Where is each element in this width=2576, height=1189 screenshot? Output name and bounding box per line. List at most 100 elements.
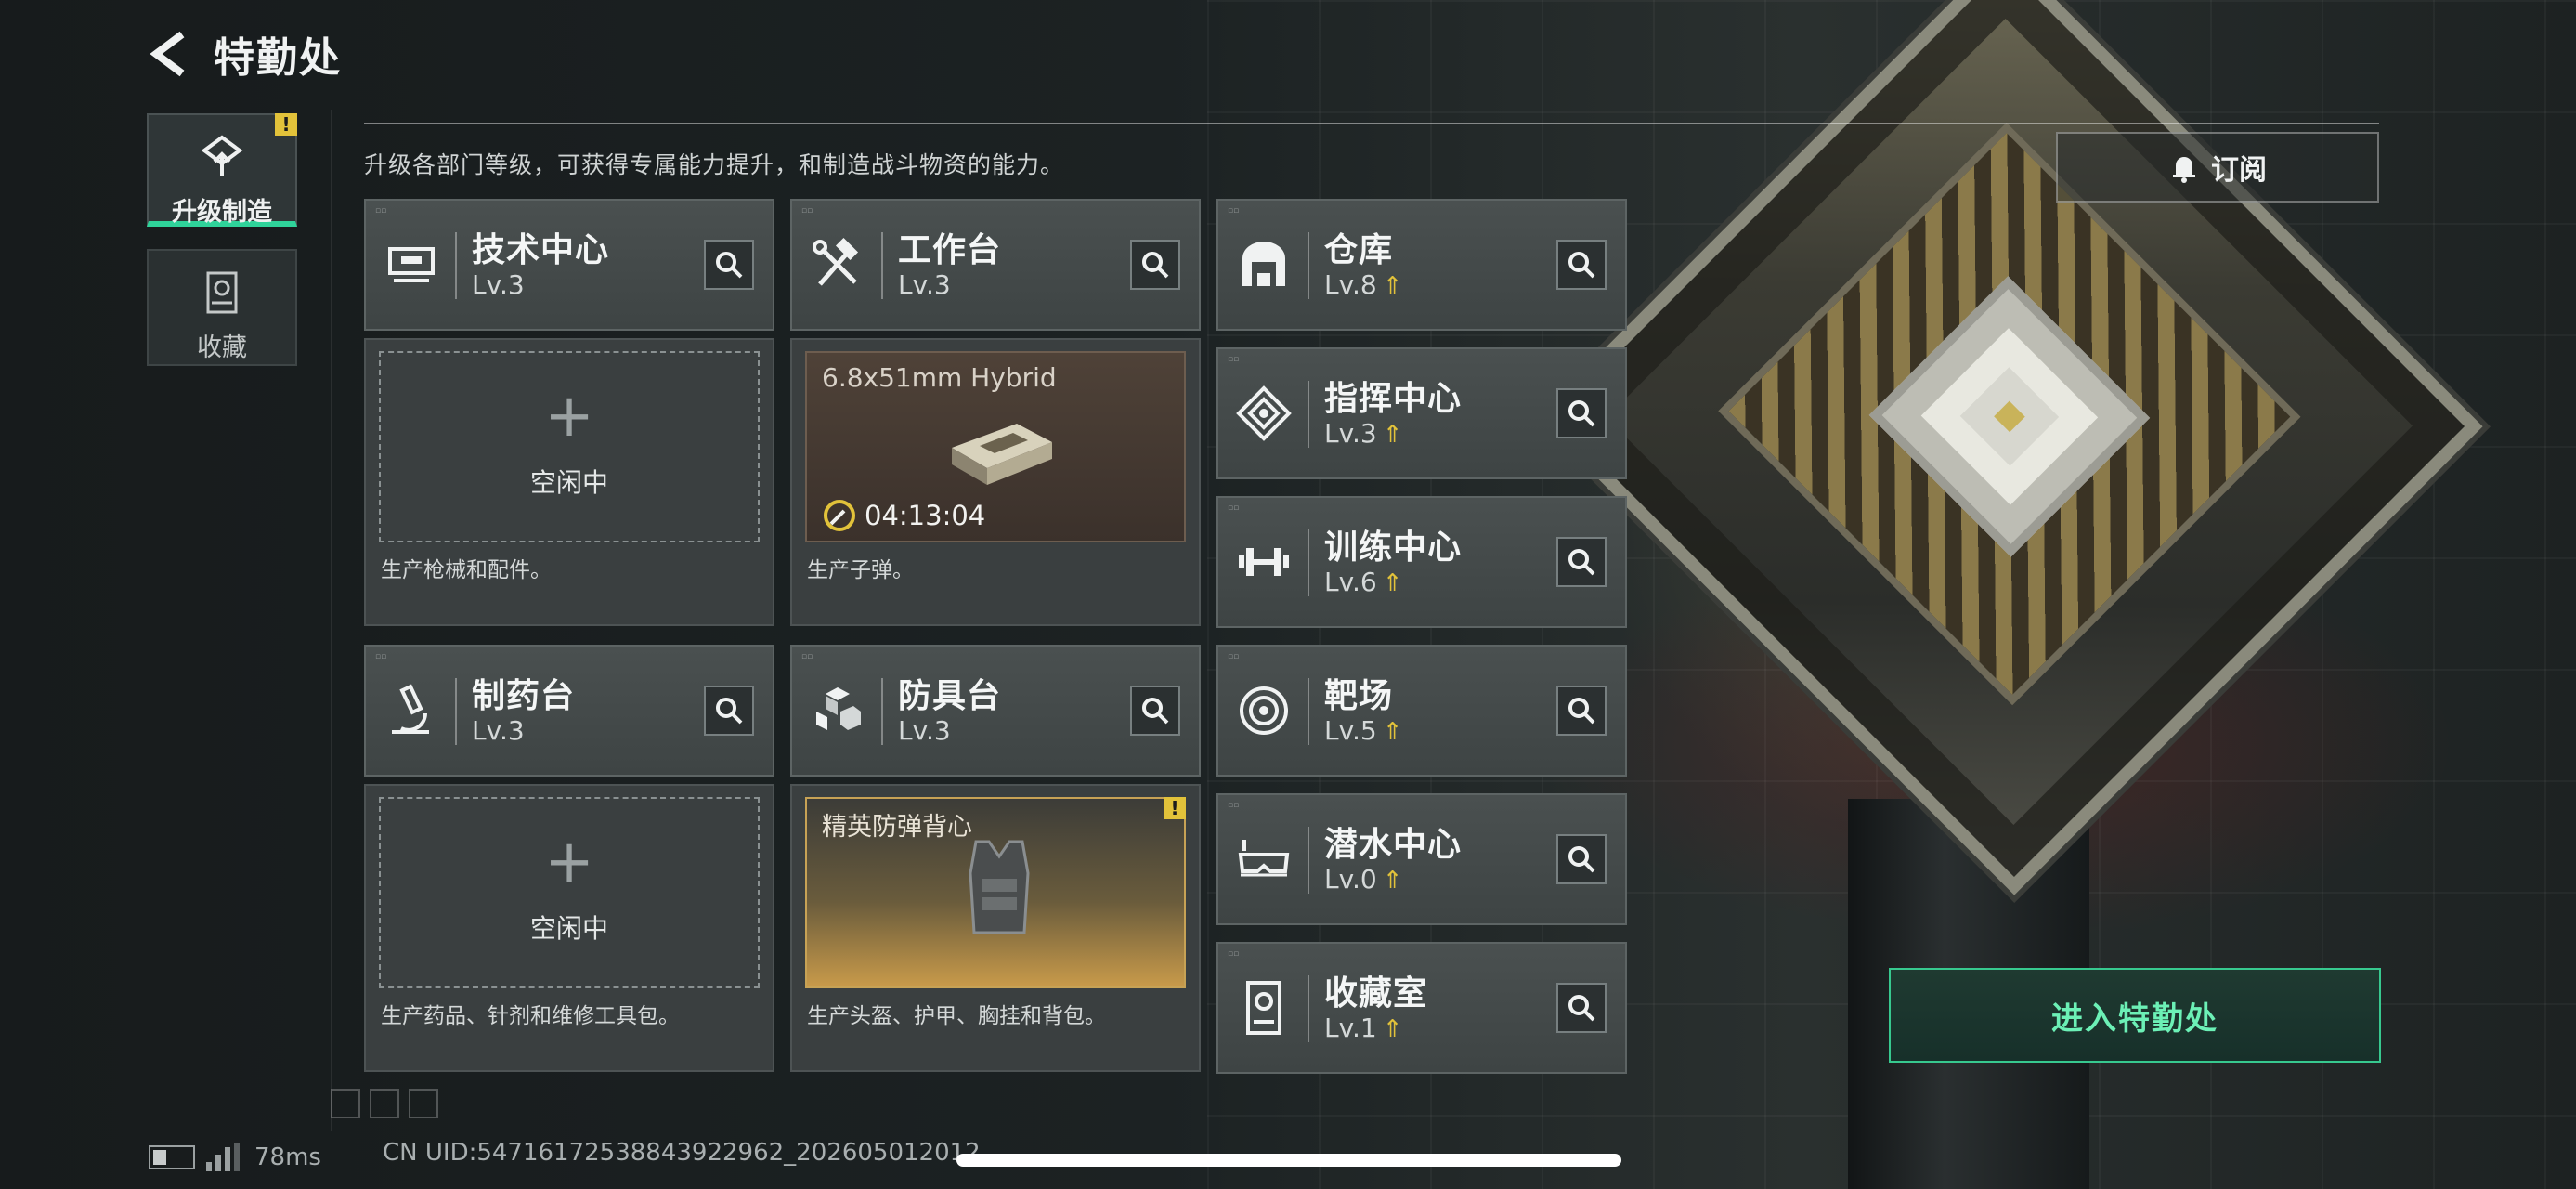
inspect-button[interactable] <box>1130 240 1180 290</box>
card-separator <box>881 678 883 745</box>
production-slot-tech[interactable]: + 空闲中 生产枪械和配件。 <box>364 338 774 626</box>
inspect-button[interactable] <box>1556 388 1607 438</box>
idle-slot[interactable]: + 空闲中 <box>379 351 760 542</box>
station-card-tech-center[interactable]: ▫▫ 技术中心 Lv.3 <box>364 199 774 331</box>
facility-name: 指挥中心 <box>1324 380 1463 418</box>
hammer-wrench-icon <box>813 237 859 286</box>
facility-card-training-center[interactable]: ▫▫ 训练中心 Lv.6 ⇑ <box>1216 496 1627 628</box>
card-corner-mark: ▫▫ <box>1228 652 1240 661</box>
warehouse-icon <box>1242 242 1285 286</box>
divider <box>331 110 332 1131</box>
idle-slot[interactable]: + 空闲中 <box>379 797 760 988</box>
production-slot-pharmacy[interactable]: + 空闲中 生产药品、针剂和维修工具包。 <box>364 784 774 1072</box>
facility-level: Lv.8 ⇑ <box>1324 269 1403 300</box>
station-card-workbench[interactable]: ▫▫ 工作台 Lv.3 <box>790 199 1201 331</box>
product-name: 6.8x51mm Hybrid <box>822 362 1057 393</box>
tab-collection[interactable]: 收藏 <box>147 249 297 366</box>
inspect-button[interactable] <box>1556 240 1607 290</box>
facility-level-text: Lv.1 <box>1324 1013 1377 1043</box>
magnifier-icon <box>1568 252 1595 279</box>
subscribe-button[interactable]: 订阅 <box>2056 132 2379 203</box>
magnifier-icon <box>1568 846 1595 873</box>
enter-special-ops-button[interactable]: 进入特勤处 <box>1889 968 2381 1063</box>
facility-name: 靶场 <box>1324 677 1394 715</box>
station-level: Lv.3 <box>898 715 951 746</box>
upgrade-available-icon: ⇑ <box>1382 272 1403 300</box>
ping-value: 78ms <box>254 1143 321 1171</box>
alert-badge: ! <box>275 113 297 136</box>
tab-label: 升级制造 <box>172 198 272 227</box>
card-separator <box>455 232 457 299</box>
production-slot-workbench[interactable]: 6.8x51mm Hybrid 04:13:04 生产子弹。 <box>790 338 1201 626</box>
inspect-button[interactable] <box>1556 537 1607 587</box>
ammo-box-image <box>952 424 1052 485</box>
magnifier-icon <box>716 252 743 279</box>
card-separator <box>1308 827 1309 894</box>
inspect-button[interactable] <box>1130 686 1180 736</box>
inspect-button[interactable] <box>704 240 754 290</box>
vest-image <box>969 840 1030 934</box>
card-corner-mark: ▫▫ <box>1228 801 1240 810</box>
card-corner-mark: ▫▫ <box>1228 949 1240 959</box>
inspect-button[interactable] <box>704 686 754 736</box>
production-timer: 04:13:04 <box>822 498 985 533</box>
slot-description: 生产枪械和配件。 <box>381 558 552 582</box>
card-separator <box>1308 975 1309 1042</box>
facility-level: Lv.6 ⇑ <box>1324 567 1403 597</box>
magnifier-icon <box>1142 698 1169 725</box>
card-corner-mark: ▫▫ <box>1228 355 1240 364</box>
card-separator <box>455 678 457 745</box>
facility-card-warehouse[interactable]: ▫▫ 仓库 Lv.8 ⇑ <box>1216 199 1627 331</box>
station-level: Lv.3 <box>472 715 525 746</box>
facility-name: 训练中心 <box>1324 529 1463 567</box>
divider <box>364 123 2379 124</box>
command-icon <box>1236 385 1292 441</box>
magnifier-icon <box>716 698 743 725</box>
magnifier-icon <box>1568 698 1595 725</box>
page-title: 特勤处 <box>214 34 342 82</box>
facility-name: 收藏室 <box>1324 974 1428 1013</box>
facility-card-command-center[interactable]: ▫▫ 指挥中心 Lv.3 ⇑ <box>1216 347 1627 479</box>
card-corner-mark: ▫▫ <box>375 206 387 216</box>
status-footer: 78ms <box>149 1139 321 1176</box>
inspect-button[interactable] <box>1556 686 1607 736</box>
facility-card-diving-center[interactable]: ▫▫ 潜水中心 Lv.0 ⇑ <box>1216 793 1627 925</box>
facility-card-collection-room[interactable]: ▫▫ 收藏室 Lv.1 ⇑ <box>1216 942 1627 1074</box>
facility-level-text: Lv.6 <box>1324 567 1377 597</box>
back-arrow-icon[interactable] <box>149 31 189 77</box>
trophy-case-icon <box>1246 981 1281 1035</box>
facility-level: Lv.3 ⇑ <box>1324 418 1403 449</box>
slot-description: 生产药品、针剂和维修工具包。 <box>381 1004 680 1028</box>
facility-level-text: Lv.0 <box>1324 864 1377 895</box>
card-separator <box>1308 381 1309 448</box>
inspect-button[interactable] <box>1556 834 1607 884</box>
station-level: Lv.3 <box>898 269 951 300</box>
upgrade-available-icon: ⇑ <box>1382 718 1403 746</box>
card-corner-mark: ▫▫ <box>375 652 387 661</box>
product-name: 精英防弹背心 <box>822 813 972 842</box>
production-item[interactable]: 精英防弹背心 ! <box>805 797 1186 988</box>
timer-wrench-icon <box>824 500 855 531</box>
card-corner-mark: ▫▫ <box>801 652 813 661</box>
station-card-armor-bench[interactable]: ▫▫ 防具台 Lv.3 <box>790 645 1201 777</box>
inspect-button[interactable] <box>1556 983 1607 1033</box>
cube-inner <box>1718 122 2301 706</box>
production-slot-armor[interactable]: 精英防弹背心 ! 生产头盔、护甲、胸挂和背包。 <box>790 784 1201 1072</box>
upgrade-available-icon: ⇑ <box>1382 1015 1403 1043</box>
timer-text: 04:13:04 <box>865 500 986 531</box>
slot-status: 空闲中 <box>529 913 608 944</box>
facility-name: 仓库 <box>1324 231 1394 269</box>
station-name: 技术中心 <box>472 231 610 269</box>
computer-icon <box>388 247 435 282</box>
tab-upgrade-craft[interactable]: ! 升级制造 <box>147 113 297 227</box>
facility-level-text: Lv.5 <box>1324 715 1377 746</box>
trophy-case-icon <box>206 271 238 314</box>
user-uid: CN UID:5471617253884392​2962_20260501201… <box>383 1139 981 1167</box>
home-indicator[interactable] <box>956 1154 1621 1167</box>
station-card-pharmacy[interactable]: ▫▫ 制药台 Lv.3 <box>364 645 774 777</box>
facility-card-shooting-range[interactable]: ▫▫ 靶场 Lv.5 ⇑ <box>1216 645 1627 777</box>
enter-button-label: 进入特勤处 <box>2051 1000 2218 1038</box>
subscribe-label: 订阅 <box>2211 154 2267 187</box>
slot-status: 空闲中 <box>529 467 608 498</box>
production-item[interactable]: 6.8x51mm Hybrid 04:13:04 <box>805 351 1186 542</box>
